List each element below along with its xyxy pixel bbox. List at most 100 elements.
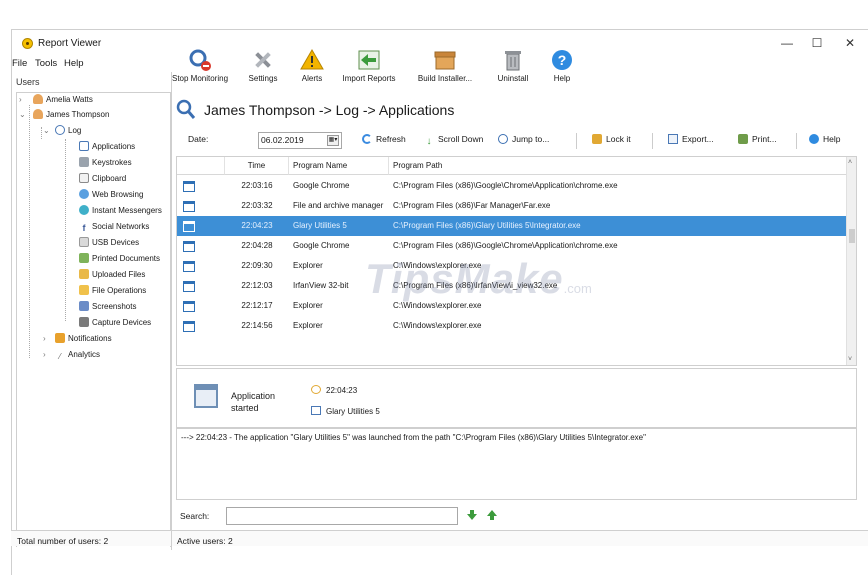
- window-icon: [79, 141, 89, 151]
- lock-button[interactable]: Lock it: [592, 134, 631, 144]
- tree-item-screenshots[interactable]: Screenshots: [79, 300, 136, 314]
- build-installer-button[interactable]: Build Installer...: [413, 46, 477, 90]
- expand-analytics-icon[interactable]: ›: [43, 350, 51, 359]
- event-program: Glary Utilities 5: [311, 406, 380, 416]
- tree-item-web-browsing[interactable]: Web Browsing: [79, 188, 143, 202]
- cell-program-name: Explorer: [293, 301, 323, 310]
- scrollbar-thumb[interactable]: [849, 229, 855, 243]
- jump-to-button[interactable]: Jump to...: [498, 134, 549, 144]
- menu-tools[interactable]: Tools: [35, 58, 57, 69]
- search-input[interactable]: [226, 507, 458, 525]
- table-scrollbar[interactable]: ˄ ˅: [846, 157, 856, 365]
- scroll-up-icon[interactable]: ˄: [848, 159, 852, 166]
- stop-monitoring-button[interactable]: Stop Monitoring: [171, 46, 229, 90]
- import-icon: [358, 50, 380, 70]
- collapse-log-icon[interactable]: ⌄: [43, 126, 51, 135]
- screenshot-icon: [79, 301, 89, 311]
- help-button[interactable]: Help: [809, 134, 840, 144]
- tree-item-keystrokes[interactable]: Keystrokes: [79, 156, 132, 170]
- cell-program-name: Google Chrome: [293, 241, 350, 250]
- alerts-button[interactable]: Alerts: [297, 46, 327, 90]
- cell-time: 22:12:17: [241, 301, 273, 310]
- table-row[interactable]: 22:12:17 Explorer C:\Windows\explorer.exe: [177, 296, 847, 316]
- cell-time: 22:14:56: [241, 321, 273, 330]
- table-row[interactable]: 22:03:16 Google Chrome C:\Program Files (x…: [177, 176, 847, 196]
- column-header-program-path[interactable]: Program Path: [389, 157, 847, 175]
- column-header-program-name[interactable]: Program Name: [289, 157, 389, 175]
- messenger-icon: [79, 205, 89, 215]
- cell-time: 22:03:32: [241, 201, 273, 210]
- tree-item-clipboard[interactable]: Clipboard: [79, 172, 126, 186]
- settings-button[interactable]: Settings: [243, 46, 283, 90]
- tree-item-printed-documents[interactable]: Printed Documents: [79, 252, 160, 266]
- table-row[interactable]: 22:14:56 Explorer C:\Windows\explorer.exe: [177, 316, 847, 336]
- box-icon: [434, 51, 456, 70]
- cell-program-path: C:\Windows\explorer.exe: [393, 301, 482, 310]
- magnifier-icon: [176, 99, 196, 119]
- printer-icon: [738, 134, 748, 144]
- event-title: Application started: [231, 391, 276, 413]
- cell-program-name: Explorer: [293, 321, 323, 330]
- analytics-icon: ⁄: [55, 352, 65, 362]
- menu-file[interactable]: File: [12, 58, 27, 69]
- expand-amelia-icon[interactable]: ›: [19, 95, 27, 104]
- tree-item-uploaded-files[interactable]: Uploaded Files: [79, 268, 145, 282]
- table-row[interactable]: 22:03:32 File and archive manager C:\Progr…: [177, 196, 847, 216]
- status-bar: Total number of users: 2 Active users: 2: [11, 530, 868, 547]
- table-row[interactable]: 22:12:03 IrfanView 32-bit C:\Program Files…: [177, 276, 847, 296]
- tree-item-instant-messengers[interactable]: Instant Messengers: [79, 204, 162, 218]
- export-icon: [668, 134, 678, 144]
- table-row[interactable]: 22:09:30 Explorer C:\Windows\explorer.exe: [177, 256, 847, 276]
- import-reports-button[interactable]: Import Reports: [339, 46, 399, 90]
- cell-program-path: C:\Program Files (x86)\Google\Chrome\App…: [393, 241, 618, 250]
- collapse-james-icon[interactable]: ⌄: [19, 110, 27, 119]
- cell-program-path: C:\Program Files (x86)\Glary Utilities 5…: [393, 221, 581, 230]
- application-icon: [183, 321, 195, 332]
- tree-item-social-networks[interactable]: f Social Networks: [79, 220, 149, 234]
- filter-bar: Date: 06.02.2019 ▦▾ Refresh ↓ Scroll Down…: [176, 131, 857, 151]
- camera-icon: [79, 317, 89, 327]
- clipboard-icon: [79, 173, 89, 183]
- event-log-text[interactable]: ---> 22:04:23 - The application "Glary U…: [176, 428, 857, 500]
- tree-notifications[interactable]: Notifications: [55, 332, 112, 346]
- bell-icon: [55, 333, 65, 343]
- help-toolbar-button[interactable]: ? Help: [547, 46, 577, 90]
- refresh-button[interactable]: Refresh: [362, 134, 406, 144]
- cell-program-name: File and archive manager: [293, 201, 384, 210]
- menu-help[interactable]: Help: [64, 58, 84, 69]
- help-icon: [809, 134, 819, 144]
- user-icon: [33, 109, 43, 119]
- application-icon: [183, 181, 195, 192]
- uninstall-button[interactable]: Uninstall: [493, 46, 533, 90]
- event-time: 22:04:23: [311, 385, 357, 395]
- tree-item-capture-devices[interactable]: Capture Devices: [79, 316, 151, 330]
- expand-notifications-icon[interactable]: ›: [43, 334, 51, 343]
- date-label: Date:: [188, 134, 209, 144]
- application-icon: [183, 201, 195, 212]
- date-picker[interactable]: 06.02.2019 ▦▾: [258, 132, 342, 149]
- table-row[interactable]: 22:04:23 Glary Utilities 5 C:\Program File…: [177, 216, 847, 236]
- refresh-icon: [362, 134, 372, 144]
- tree-user-james[interactable]: James Thompson: [33, 108, 109, 122]
- tree-log[interactable]: Log: [55, 124, 81, 138]
- tree-user-amelia[interactable]: Amelia Watts: [33, 93, 93, 107]
- window-icon: [311, 406, 321, 415]
- scroll-down-button[interactable]: ↓ Scroll Down: [424, 134, 484, 147]
- tree-analytics[interactable]: ⁄ Analytics: [55, 348, 100, 362]
- table-row[interactable]: 22:04:28 Google Chrome C:\Program Files (x…: [177, 236, 847, 256]
- tree-item-applications[interactable]: Applications: [79, 140, 135, 154]
- search-next-icon[interactable]: [466, 509, 478, 521]
- export-button[interactable]: Export...: [668, 134, 714, 144]
- cell-time: 22:09:30: [241, 261, 273, 270]
- help-icon: ?: [552, 50, 572, 70]
- search-previous-icon[interactable]: [486, 509, 498, 521]
- calendar-dropdown-icon[interactable]: ▦▾: [327, 135, 339, 146]
- users-header: Users: [16, 77, 40, 87]
- print-button[interactable]: Print...: [738, 134, 777, 144]
- search-bar: Search:: [176, 505, 857, 527]
- scroll-down-icon[interactable]: ˅: [848, 356, 852, 363]
- tree-item-usb-devices[interactable]: USB Devices: [79, 236, 139, 250]
- column-header-time[interactable]: Time: [225, 157, 289, 175]
- tree-item-file-operations[interactable]: File Operations: [79, 284, 146, 298]
- arrow-down-icon: ↓: [426, 136, 432, 147]
